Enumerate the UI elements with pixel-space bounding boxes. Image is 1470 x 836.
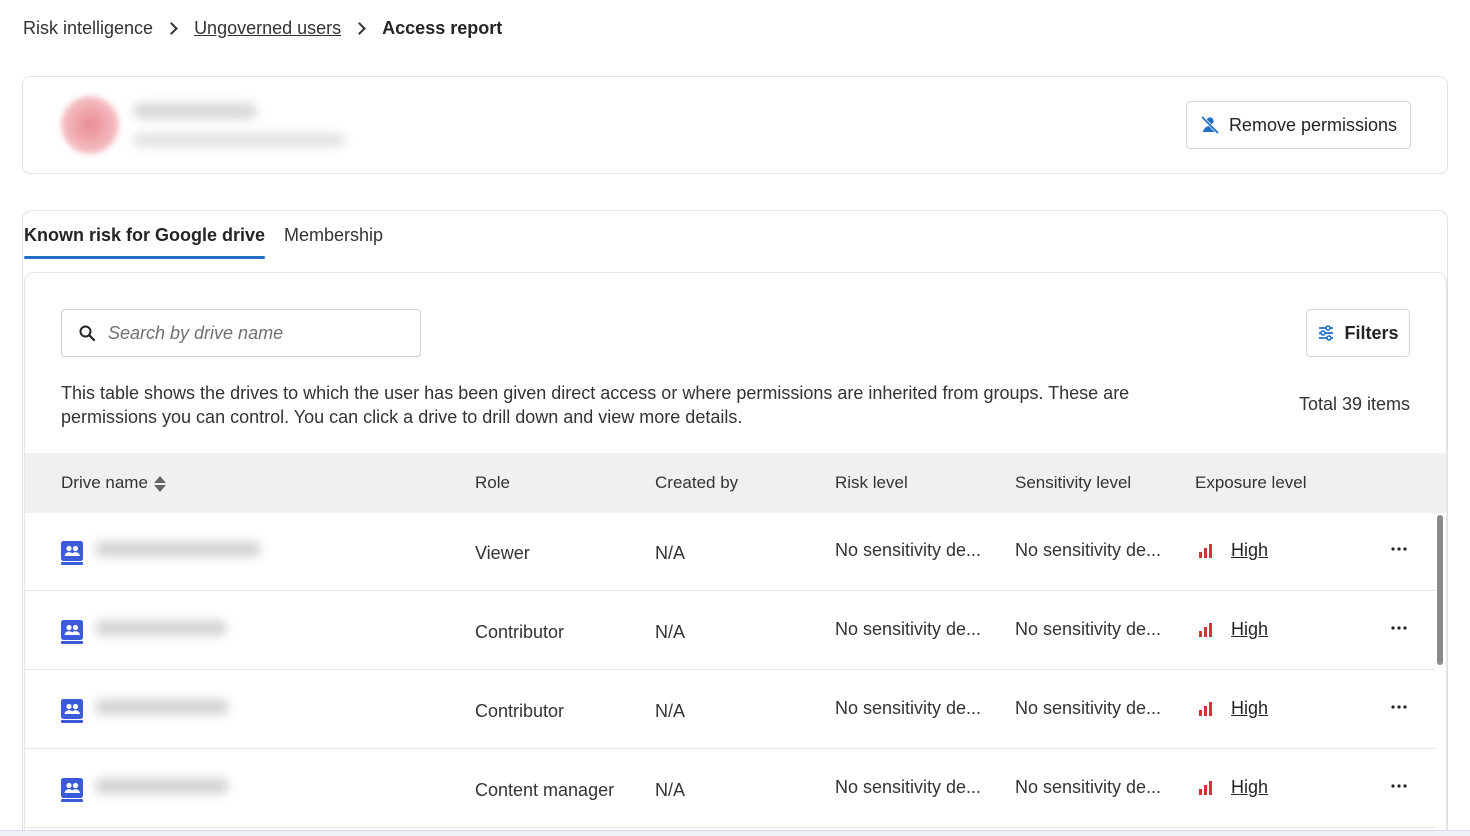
drive-name-redacted[interactable] [95,620,227,636]
column-header-sensitivity-level: Sensitivity level [1015,473,1132,492]
table-row[interactable]: Contributor N/A No sensitivity de... No … [25,671,1435,749]
tab-known-risk-google-drive[interactable]: Known risk for Google drive [24,211,266,259]
shared-drive-icon [61,620,83,644]
search-icon [79,325,96,342]
remove-permissions-button[interactable]: Remove permissions [1185,101,1411,149]
column-header-exposure-level: Exposure level [1195,473,1307,492]
user-email-redacted [133,133,345,147]
bottom-strip [0,830,1470,836]
shared-drive-icon [61,699,83,723]
signal-bars-high-icon [1199,622,1212,637]
shared-drive-icon [61,778,83,802]
created-by-cell: N/A [655,780,686,800]
drive-name-redacted[interactable] [95,778,229,794]
chevron-right-icon [353,21,367,35]
signal-bars-high-icon [1199,701,1212,716]
table-row[interactable]: Contributor N/A No sensitivity de... No … [25,592,1435,670]
breadcrumb-risk-intelligence[interactable]: Risk intelligence [23,18,153,39]
remove-user-icon [1200,115,1220,135]
role-cell: Contributor [475,701,565,721]
table-row[interactable]: Content manager N/A No sensitivity de...… [25,750,1435,828]
more-options-icon[interactable] [1389,618,1409,638]
risk-level-cell: No sensitivity de... [835,777,982,797]
exposure-level-link[interactable]: High [1231,698,1268,719]
sensitivity-level-cell: No sensitivity de... [1015,540,1162,560]
sort-icon[interactable] [153,475,166,492]
risk-level-cell: No sensitivity de... [835,540,982,560]
role-cell: Viewer [475,543,530,563]
filter-sliders-icon [1319,325,1334,341]
sensitivity-level-cell: No sensitivity de... [1015,698,1162,718]
created-by-cell: N/A [655,622,686,642]
more-options-icon[interactable] [1389,697,1409,717]
access-report-panel: Known risk for Google drive Membership F… [22,210,1448,836]
exposure-level-link[interactable]: High [1231,777,1268,798]
more-options-icon[interactable] [1389,776,1409,796]
user-card: Remove permissions [22,76,1448,174]
more-options-icon[interactable] [1389,539,1409,559]
breadcrumb: Risk intelligence Ungoverned users Acces… [23,16,502,40]
user-name-redacted [133,103,257,119]
exposure-level-link[interactable]: High [1231,540,1268,561]
risk-level-cell: No sensitivity de... [835,619,982,639]
column-header-created-by: Created by [655,473,739,492]
breadcrumb-ungoverned-users[interactable]: Ungoverned users [194,18,341,39]
drive-name-redacted[interactable] [95,699,229,715]
column-header-drive-name[interactable]: Drive name [61,473,166,493]
column-header-label: Drive name [61,473,148,492]
drive-name-redacted[interactable] [95,541,261,557]
table-row[interactable]: Viewer N/A No sensitivity de... No sensi… [25,513,1435,591]
created-by-cell: N/A [655,543,686,563]
drives-table-card: Filters This table shows the drives to w… [24,272,1447,836]
total-items-count: Total 39 items [1298,394,1410,414]
exposure-level-link[interactable]: High [1231,619,1268,640]
search-input[interactable] [108,322,398,344]
avatar [61,96,119,154]
remove-permissions-label: Remove permissions [1228,114,1397,135]
exposure-level-cell: High [1199,540,1268,561]
tab-bar: Known risk for Google drive Membership [24,211,402,261]
role-cell: Contributor [475,622,565,642]
filters-button[interactable]: Filters [1306,309,1410,357]
search-box[interactable] [61,309,421,357]
signal-bars-high-icon [1199,543,1212,558]
exposure-level-cell: High [1199,777,1268,798]
exposure-level-cell: High [1199,698,1268,719]
created-by-cell: N/A [655,701,686,721]
filters-label: Filters [1344,322,1399,343]
risk-level-cell: No sensitivity de... [835,698,982,718]
chevron-right-icon [165,21,178,35]
sensitivity-level-cell: No sensitivity de... [1015,777,1162,797]
sensitivity-level-cell: No sensitivity de... [1015,619,1162,639]
exposure-level-cell: High [1199,619,1268,640]
column-header-role: Role [475,473,510,492]
table-header: Drive name Role Created by Risk level Se… [25,453,1446,513]
table-description: This table shows the drives to which the… [61,383,1130,427]
shared-drive-icon [61,541,83,565]
signal-bars-high-icon [1199,780,1212,795]
table-scrollbar[interactable] [1437,515,1443,665]
role-cell: Content manager [475,780,615,800]
tab-membership[interactable]: Membership [284,211,383,259]
column-header-risk-level: Risk level [835,473,908,492]
breadcrumb-access-report: Access report [382,17,503,38]
